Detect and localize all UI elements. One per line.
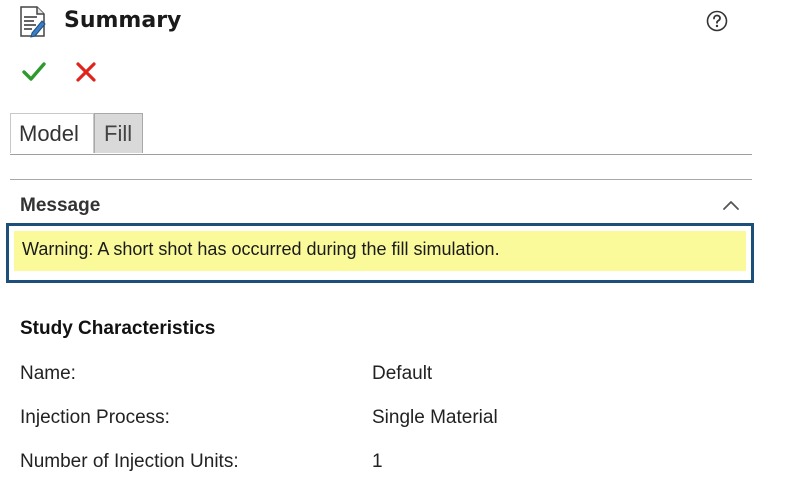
help-circle-icon[interactable] [706,10,728,32]
message-section-header[interactable]: Message [20,193,742,219]
study-row-name: Name: Default [20,360,620,388]
panel-title: Summary [64,8,182,33]
section-divider [10,179,752,180]
summary-document-icon [20,6,46,38]
tab-fill[interactable]: Fill [94,113,143,153]
study-value: Default [372,363,433,384]
warning-message-text: Warning: A short shot has occurred durin… [22,239,500,259]
warning-message-box: Warning: A short shot has occurred durin… [6,223,754,283]
confirm-toolbar [0,54,790,90]
results-tabs: Model Fill [10,113,752,155]
warning-highlight: Warning: A short shot has occurred durin… [14,231,746,271]
study-label: Number of Injection Units: [20,451,239,472]
chevron-up-icon[interactable] [720,195,742,215]
study-label: Injection Process: [20,407,170,428]
tab-model[interactable]: Model [10,113,94,153]
study-value: Single Material [372,407,498,428]
checkmark-icon [22,62,46,81]
study-label: Name: [20,363,76,384]
study-characteristics-heading: Study Characteristics [20,318,216,339]
cancel-button[interactable] [72,59,100,85]
message-heading: Message [20,195,101,216]
panel-header: Summary [0,0,790,44]
study-row-injection-process: Injection Process: Single Material [20,404,620,432]
study-row-injection-units: Number of Injection Units: 1 [20,448,620,476]
x-icon [76,62,96,82]
ok-button[interactable] [20,59,48,85]
study-value: 1 [372,451,383,472]
